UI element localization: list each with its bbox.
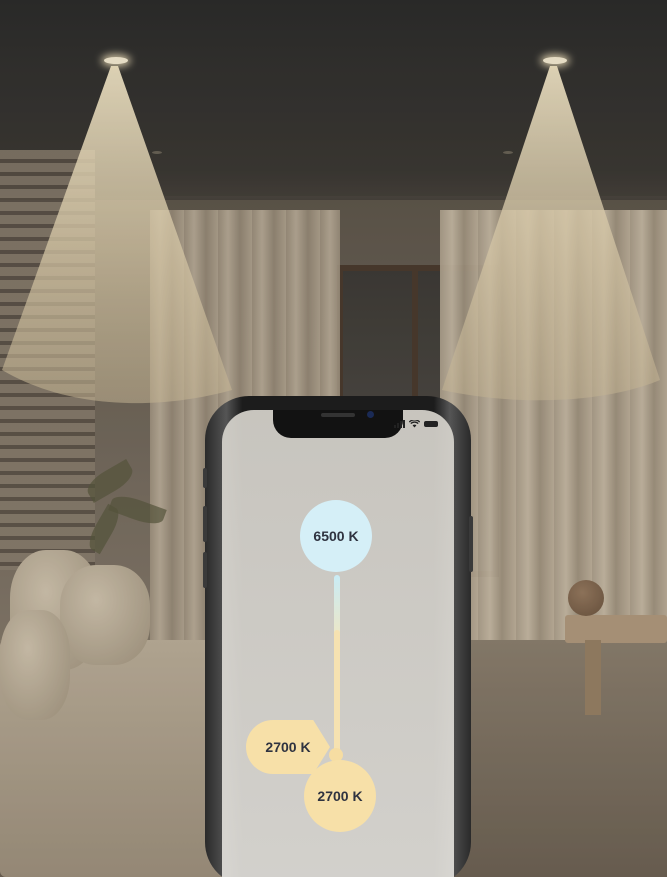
speaker (321, 413, 355, 417)
notch (273, 410, 403, 438)
warm-temperature-pointer[interactable]: 2700 K (246, 720, 330, 774)
temperature-line-cool (334, 575, 340, 635)
warm-temperature-label: 2700 K (317, 788, 363, 804)
cool-temperature-label: 6500 K (313, 528, 359, 544)
temperature-line-warm (334, 630, 340, 755)
side-button (203, 552, 207, 588)
battery-icon (424, 421, 438, 427)
side-button (203, 506, 207, 542)
bedroom-scene: 6500 K 2700 K 2700 K (0, 0, 667, 877)
signal-icon (394, 420, 405, 428)
warm-temperature-badge[interactable]: 2700 K (304, 760, 376, 832)
warm-temperature-label: 2700 K (265, 739, 311, 755)
phone-screen: 6500 K 2700 K 2700 K (222, 410, 454, 877)
side-button (469, 516, 473, 572)
smartphone: 6500 K 2700 K 2700 K (203, 396, 473, 877)
status-bar (394, 420, 438, 428)
wifi-icon (409, 420, 420, 428)
camera-icon (367, 411, 374, 418)
cool-temperature-badge[interactable]: 6500 K (300, 500, 372, 572)
side-button (203, 468, 207, 488)
